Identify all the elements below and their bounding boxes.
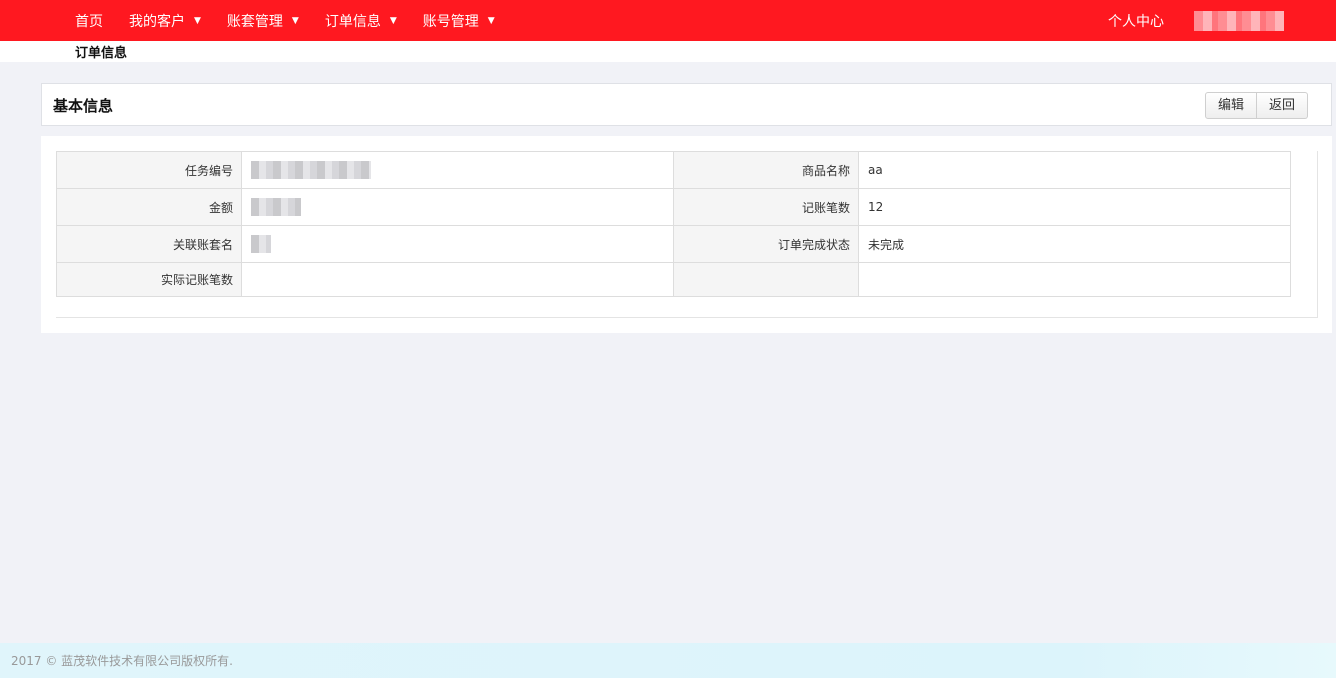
field-value-task-number: [241, 151, 674, 189]
field-label-entry-count: 记账笔数: [673, 188, 859, 226]
caret-down-icon: ▼: [194, 15, 201, 26]
user-center-link[interactable]: 个人中心: [1108, 11, 1164, 31]
field-label-task-number: 任务编号: [56, 151, 242, 189]
breadcrumb-current: 订单信息: [75, 46, 128, 61]
field-label-actual-entry-count: 实际记账笔数: [56, 262, 242, 297]
field-label-order-status: 订单完成状态: [673, 225, 859, 263]
field-label-amount: 金额: [56, 188, 242, 226]
field-value-amount: [241, 188, 674, 226]
caret-down-icon: ▼: [487, 15, 495, 26]
user-name-redacted[interactable]: [1194, 10, 1284, 31]
user-nav: 个人中心: [1108, 0, 1284, 41]
redacted-value: [251, 198, 301, 216]
action-buttons: 编辑 返回: [1205, 92, 1309, 119]
field-value-empty: [858, 262, 1291, 297]
section-header: 基本信息 编辑 返回: [41, 83, 1332, 126]
field-label-empty: [673, 262, 859, 297]
field-label-product-name: 商品名称: [673, 151, 859, 189]
redacted-value: [251, 161, 371, 179]
caret-down-icon: ▼: [291, 15, 299, 26]
field-label-linked-account-set: 关联账套名: [56, 225, 242, 263]
redacted-value: [251, 235, 271, 253]
field-value-linked-account-set: [241, 225, 674, 263]
table-row: 金额 记账笔数 12: [56, 188, 1291, 226]
info-panel: 任务编号 商品名称 aa 金额 记账笔数 12 关联账套名 订单完成状态 未完成…: [41, 136, 1332, 333]
main-nav: 首页 我的客户 ▼ 账套管理 ▼ 订单信息 ▼ 账号管理 ▼: [62, 0, 508, 41]
top-nav-bar: 首页 我的客户 ▼ 账套管理 ▼ 订单信息 ▼ 账号管理 ▼ 个人中心: [0, 0, 1336, 41]
section-title: 基本信息: [53, 97, 114, 115]
table-row: 实际记账笔数: [56, 262, 1291, 297]
nav-item-order-info[interactable]: 订单信息 ▼: [312, 0, 410, 41]
field-value-order-status: 未完成: [858, 225, 1291, 263]
table-row: 任务编号 商品名称 aa: [56, 151, 1291, 189]
info-frame: 任务编号 商品名称 aa 金额 记账笔数 12 关联账套名 订单完成状态 未完成…: [56, 151, 1318, 318]
caret-down-icon: ▼: [389, 15, 397, 26]
copyright-text: 2017 © 蓝茂软件技术有限公司版权所有.: [11, 654, 233, 668]
field-value-actual-entry-count: [241, 262, 674, 297]
breadcrumb-bar: 订单信息: [0, 41, 1336, 62]
table-row: 关联账套名 订单完成状态 未完成: [56, 225, 1291, 263]
field-value-entry-count: 12: [858, 188, 1291, 226]
footer: 2017 © 蓝茂软件技术有限公司版权所有.: [0, 643, 1336, 678]
edit-button[interactable]: 编辑: [1205, 92, 1258, 119]
back-button[interactable]: 返回: [1257, 92, 1309, 119]
nav-item-home[interactable]: 首页: [62, 0, 116, 41]
nav-item-account-management[interactable]: 账号管理 ▼: [410, 0, 508, 41]
field-value-product-name: aa: [858, 151, 1291, 189]
nav-item-account-set-management[interactable]: 账套管理 ▼: [214, 0, 312, 41]
nav-item-my-customers[interactable]: 我的客户 ▼: [116, 0, 214, 41]
info-table: 任务编号 商品名称 aa 金额 记账笔数 12 关联账套名 订单完成状态 未完成…: [56, 151, 1291, 297]
